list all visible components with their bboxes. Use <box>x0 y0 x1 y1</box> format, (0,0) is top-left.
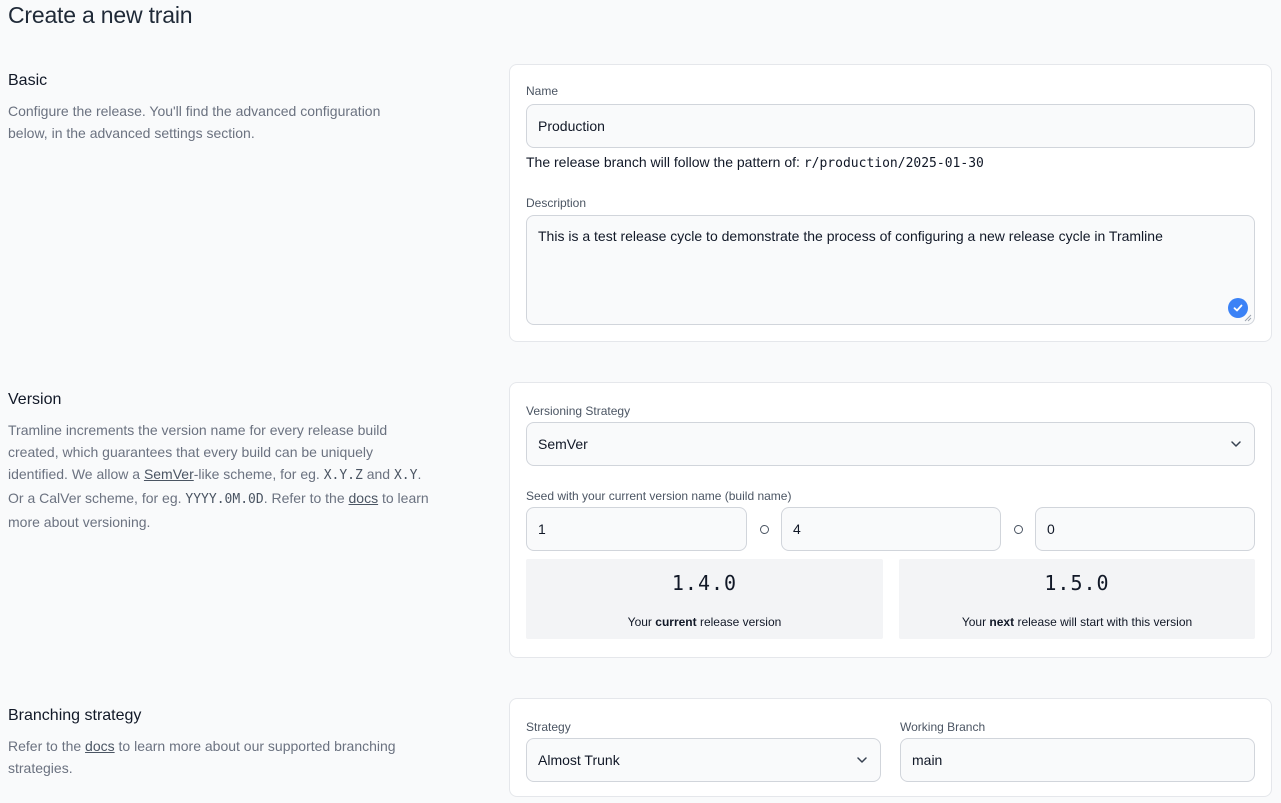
branching-card: Strategy Almost Trunk Working Branch mai… <box>509 698 1272 797</box>
current-version-caption: Your current release version <box>526 615 883 629</box>
page-title: Create a new train <box>8 2 193 28</box>
caption-text: release will start with this version <box>1014 615 1193 629</box>
branching-section-description: Refer to the docs to learn more about ou… <box>8 735 418 779</box>
name-label: Name <box>526 84 559 98</box>
patch-version-input[interactable]: 0 <box>1035 507 1255 551</box>
code-calver: YYYY.0M.0D <box>185 492 264 507</box>
current-version-box: 1.4.0 Your current release version <box>526 559 883 639</box>
branching-docs-link[interactable]: docs <box>85 738 115 754</box>
caption-text: Your <box>627 615 656 629</box>
working-branch-value: main <box>912 752 943 768</box>
chevron-down-icon <box>1231 441 1241 447</box>
next-version-caption: Your next release will start with this v… <box>899 615 1255 629</box>
basic-card: Name Production The release branch will … <box>509 64 1272 342</box>
patch-version-value: 0 <box>1047 521 1055 537</box>
working-branch-input[interactable]: main <box>900 738 1255 782</box>
major-version-input[interactable]: 1 <box>526 507 747 551</box>
chevron-down-icon <box>857 757 867 763</box>
next-version-box: 1.5.0 Your next release will start with … <box>899 559 1255 639</box>
versioning-strategy-label: Versioning Strategy <box>526 404 631 418</box>
name-input[interactable]: Production <box>526 104 1255 148</box>
caption-text: release version <box>696 615 782 629</box>
major-version-value: 1 <box>538 521 546 537</box>
working-branch-label: Working Branch <box>900 720 986 734</box>
branch-pattern-hint-text: The release branch will follow the patte… <box>526 154 800 170</box>
page: Create a new train Basic Configure the r… <box>0 0 1281 803</box>
branch-pattern-hint: The release branch will follow the patte… <box>526 154 984 171</box>
version-desc-text: and <box>362 466 394 482</box>
branching-section-title: Branching strategy <box>8 707 142 724</box>
version-docs-link[interactable]: docs <box>349 490 379 506</box>
branching-strategy-value: Almost Trunk <box>538 752 620 768</box>
resize-grip-icon[interactable] <box>1244 314 1252 322</box>
version-section-header: Version Tramline increments the version … <box>8 391 429 533</box>
version-desc-text: -like scheme, for eg. <box>193 466 324 482</box>
versioning-strategy-value: SemVer <box>538 436 588 452</box>
basic-section-header: Basic Configure the release. You'll find… <box>8 72 428 144</box>
versioning-strategy-select[interactable]: SemVer <box>526 422 1255 466</box>
minor-version-value: 4 <box>793 521 801 537</box>
description-textarea-value: This is a test release cycle to demonstr… <box>538 228 1163 244</box>
basic-section-title: Basic <box>8 72 48 89</box>
description-label: Description <box>526 196 587 210</box>
branch-pattern-code: r/production/2025-01-30 <box>803 156 984 171</box>
dot-separator-icon <box>1014 525 1023 534</box>
current-version-number: 1.4.0 <box>671 571 738 595</box>
version-section-description: Tramline increments the version name for… <box>8 419 436 533</box>
dot-separator-icon <box>760 525 769 534</box>
branching-section-header: Branching strategy Refer to the docs to … <box>8 707 428 779</box>
version-desc-text: . Refer to the <box>263 490 349 506</box>
basic-section-description: Configure the release. You'll find the a… <box>8 103 381 141</box>
branching-strategy-select[interactable]: Almost Trunk <box>526 738 881 782</box>
version-card: Versioning Strategy SemVer Seed with you… <box>509 382 1272 658</box>
name-input-value: Production <box>538 118 605 134</box>
caption-text: Your <box>961 615 990 629</box>
code-xy: X.Y <box>393 468 418 483</box>
caption-bold: current <box>655 615 697 629</box>
semver-link[interactable]: SemVer <box>144 466 194 482</box>
branching-desc-text: Refer to the <box>8 738 86 754</box>
description-textarea[interactable]: This is a test release cycle to demonstr… <box>526 215 1255 325</box>
code-xyz: X.Y.Z <box>323 468 363 483</box>
next-version-number: 1.5.0 <box>1044 571 1110 595</box>
seed-version-label: Seed with your current version name (bui… <box>526 489 792 503</box>
caption-bold: next <box>989 615 1015 629</box>
branching-strategy-label: Strategy <box>526 720 571 734</box>
version-section-title: Version <box>8 391 62 408</box>
minor-version-input[interactable]: 4 <box>781 507 1001 551</box>
